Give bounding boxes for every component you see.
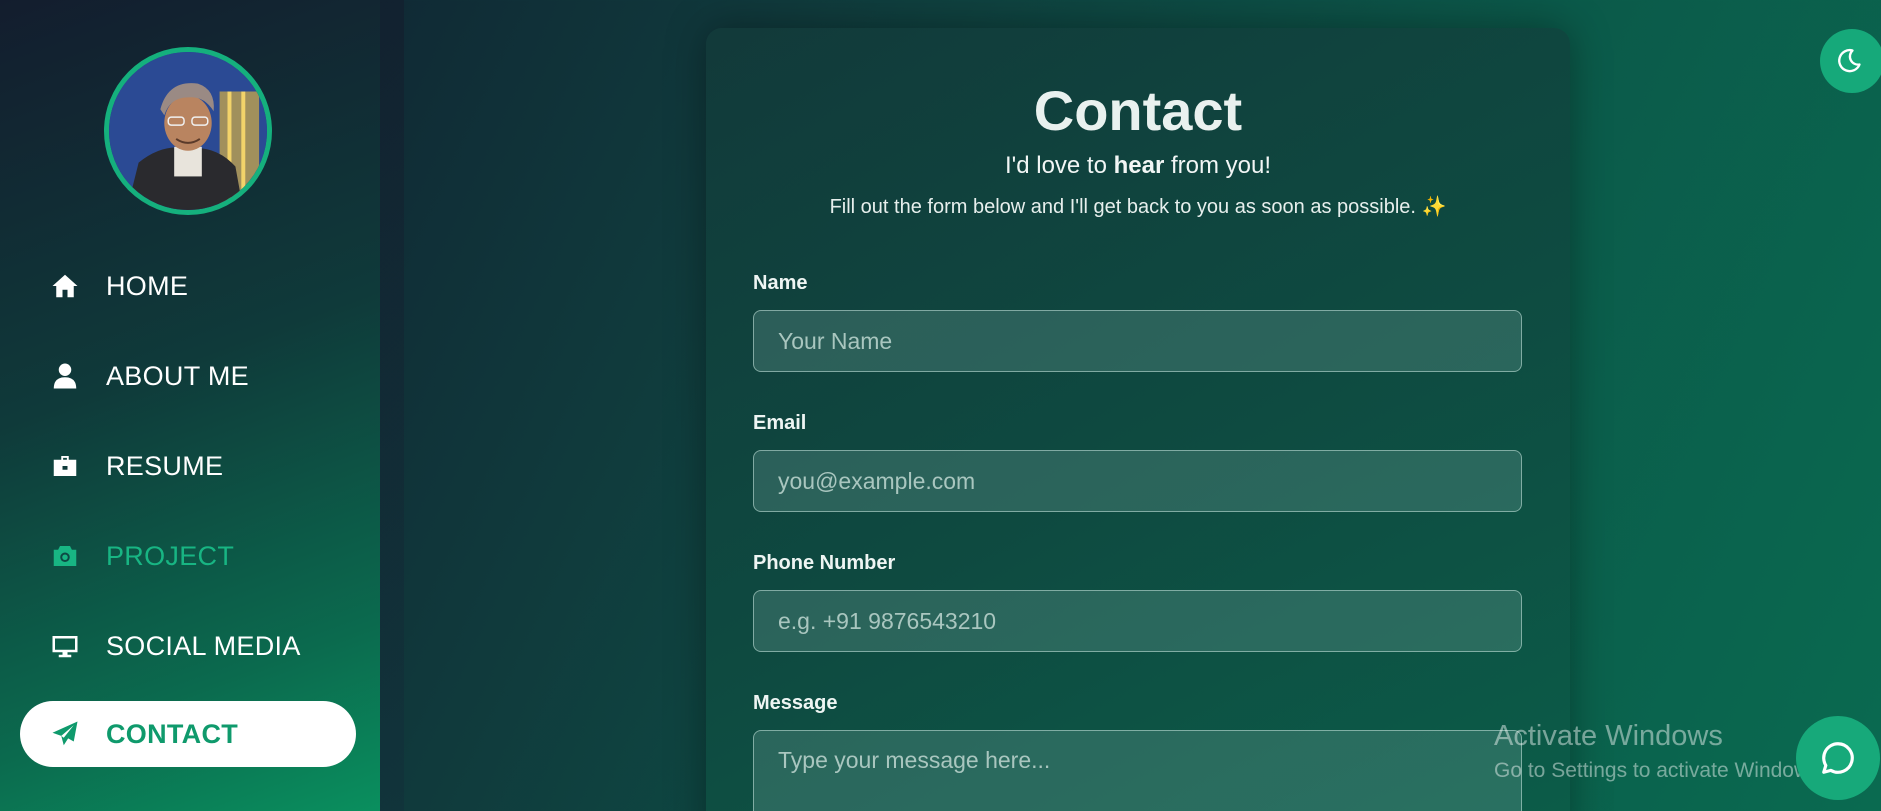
name-field[interactable]: [753, 310, 1522, 372]
avatar: [104, 47, 272, 215]
sidebar-item-contact[interactable]: CONTACT: [20, 701, 356, 767]
sidebar-item-label: PROJECT: [106, 540, 235, 571]
sidebar-item-label: ABOUT ME: [106, 360, 249, 391]
contact-card: Contact I'd love to hear from you! Fill …: [706, 28, 1570, 811]
subtitle-text: I'd love to: [1004, 152, 1114, 179]
sidebar-item-about-me[interactable]: ABOUT ME: [20, 343, 356, 409]
sidebar-item-home[interactable]: HOME: [20, 253, 356, 319]
subtitle-emphasis: hear: [1113, 152, 1165, 179]
briefcase-icon: [48, 449, 82, 483]
camera-icon: [48, 539, 82, 573]
chat-button[interactable]: [1796, 716, 1880, 800]
email-label: Email: [753, 412, 807, 434]
sidebar: HOME ABOUT ME RESUME PROJECT SOCIAL MEDI: [0, 0, 380, 811]
sidebar-item-social-media[interactable]: SOCIAL MEDIA: [20, 613, 356, 679]
paper-plane-icon: [48, 717, 82, 751]
watermark-subtitle: Go to Settings to activate Windows.: [1494, 759, 1826, 782]
user-icon: [48, 359, 82, 393]
phone-field[interactable]: [753, 590, 1522, 652]
message-label: Message: [753, 692, 838, 714]
sidebar-item-resume[interactable]: RESUME: [20, 433, 356, 499]
sidebar-item-label: HOME: [106, 270, 189, 301]
home-icon: [48, 269, 82, 303]
contact-subtitle: I'd love to hear from you!: [706, 152, 1570, 180]
monitor-icon: [48, 629, 82, 663]
message-field[interactable]: [753, 730, 1522, 811]
watermark-title: Activate Windows: [1494, 720, 1723, 752]
profile-photo: [109, 52, 267, 210]
sidebar-item-label: RESUME: [106, 450, 224, 481]
sidebar-item-label: CONTACT: [106, 718, 239, 749]
email-field[interactable]: [753, 450, 1522, 512]
windows-activation-watermark: Activate Windows Go to Settings to activ…: [1494, 720, 1826, 783]
phone-label: Phone Number: [753, 552, 896, 574]
sidebar-item-label: SOCIAL MEDIA: [106, 630, 301, 661]
subtitle-text-end: from you!: [1164, 152, 1272, 179]
moon-icon: [1838, 48, 1861, 73]
contact-subtext: Fill out the form below and I'll get bac…: [829, 196, 1447, 218]
page-title: Contact: [1033, 79, 1243, 142]
theme-toggle-button[interactable]: [1820, 29, 1881, 93]
sidebar-item-project[interactable]: PROJECT: [20, 523, 356, 589]
name-label: Name: [753, 272, 808, 294]
chat-bubble-icon: [1822, 742, 1854, 774]
sidebar-divider: [380, 0, 404, 811]
